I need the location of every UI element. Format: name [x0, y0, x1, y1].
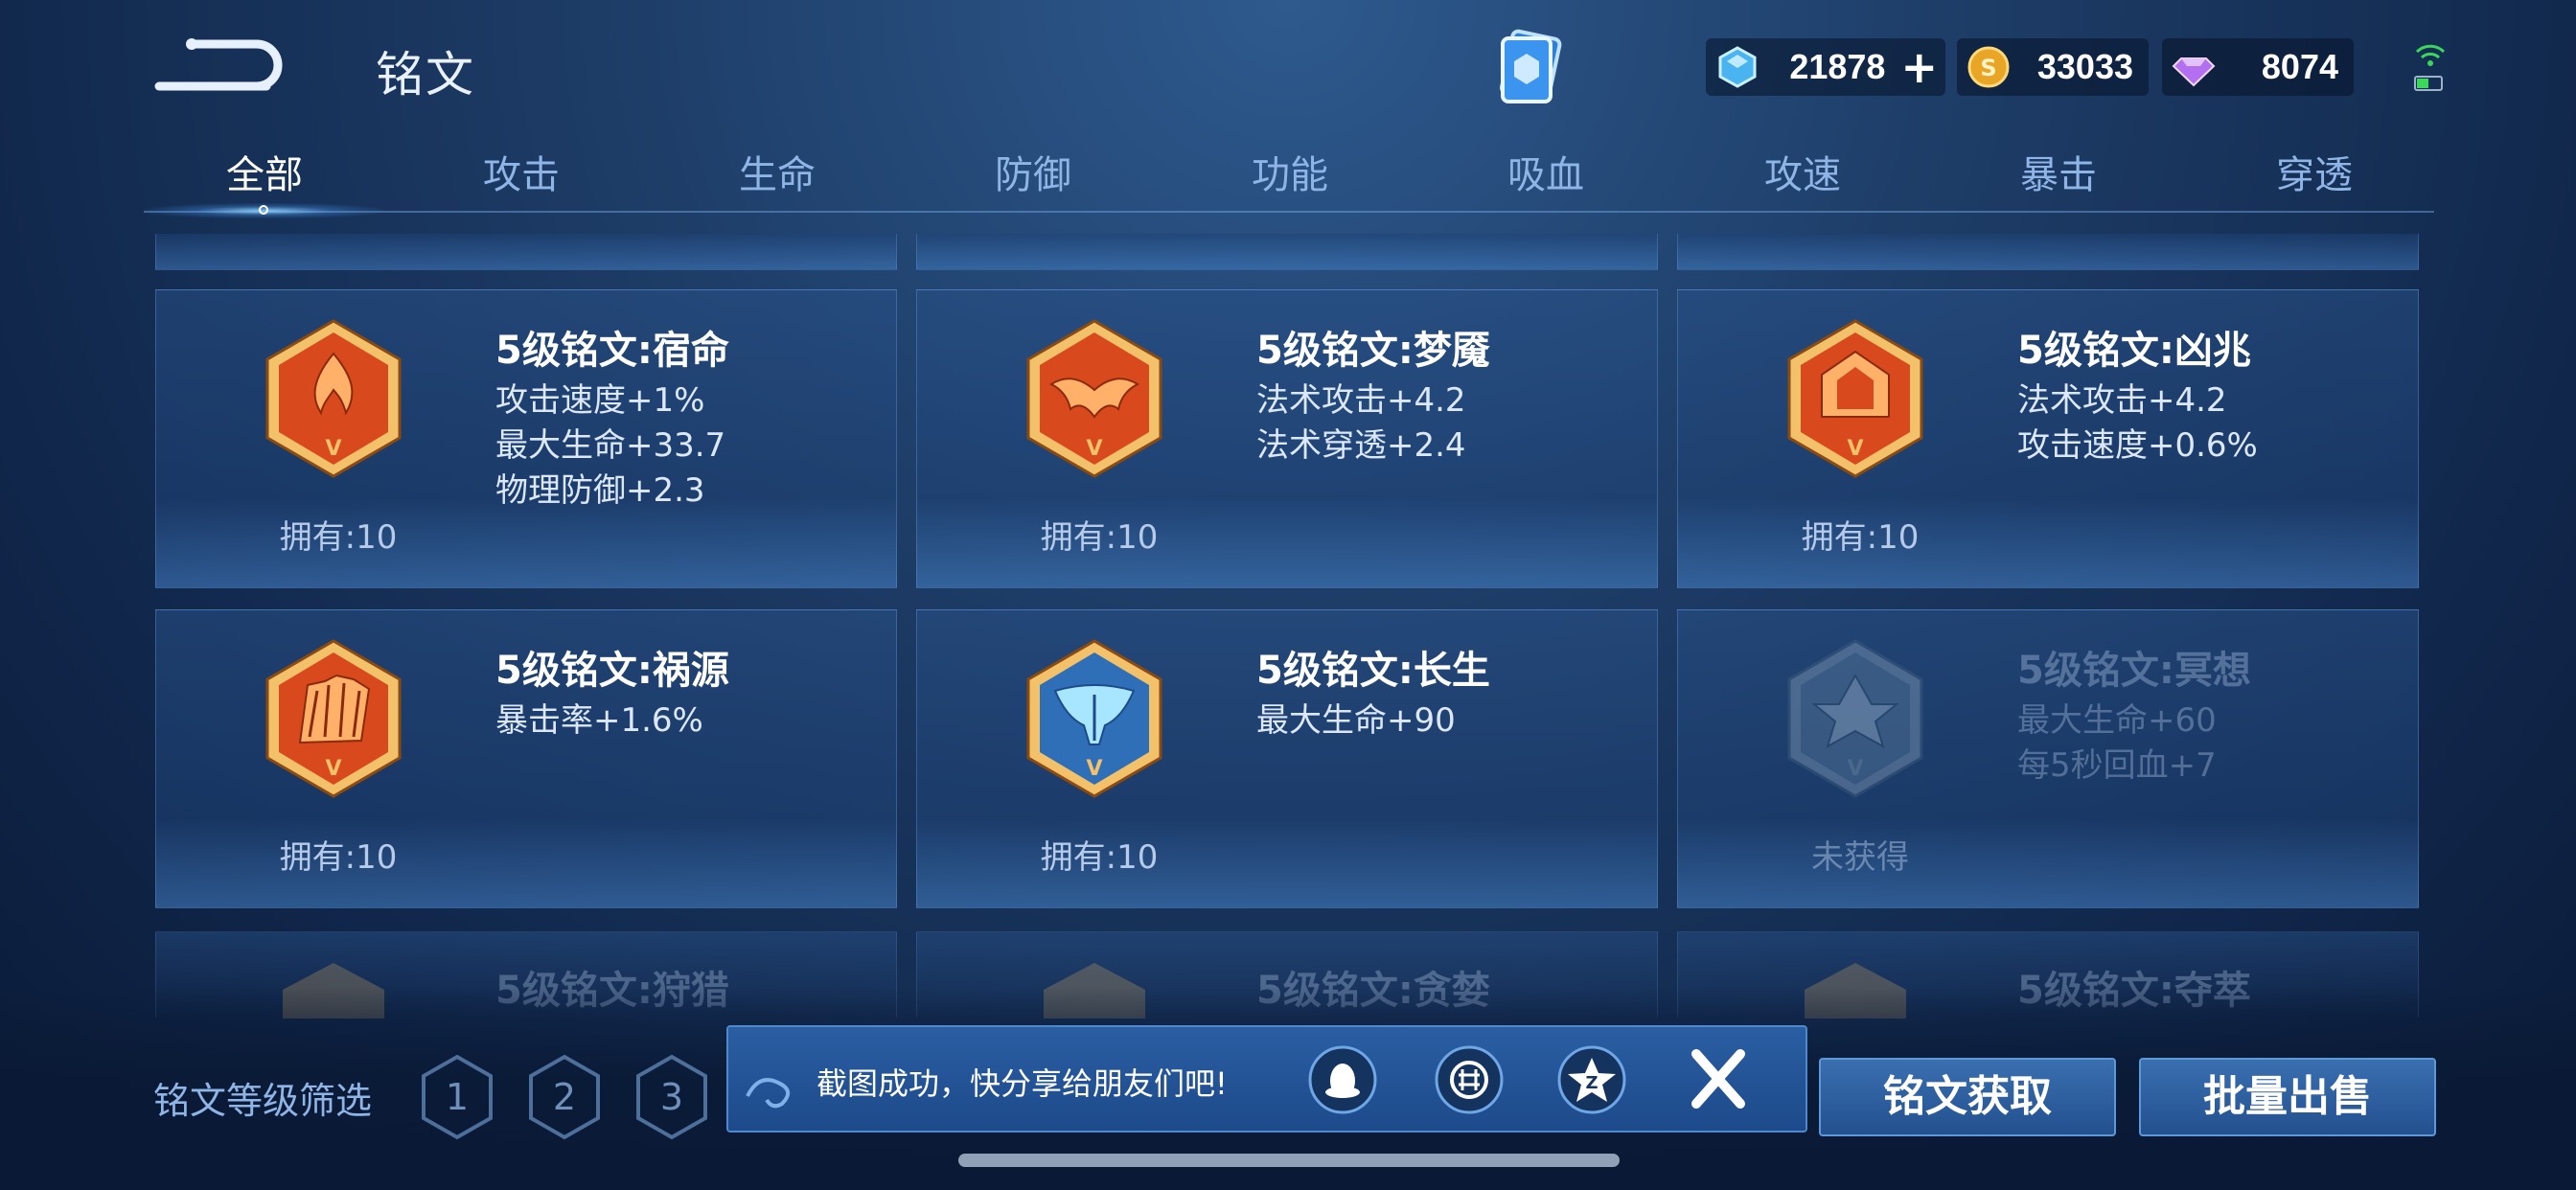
inscription-card-suming[interactable]: V 5级铭文:宿命 攻击速度+1% 最大生命+33.7 物理防御+2.3 拥有:…	[155, 289, 897, 588]
stat-line: 物理防御+2.3	[495, 471, 705, 510]
inscription-pack-icon[interactable]	[1485, 29, 1576, 109]
stat-line: 暴击率+1.6%	[495, 701, 703, 740]
ice-crystal-amount: 21878	[1789, 47, 1886, 86]
inscription-name: 5级铭文:祸源	[495, 649, 729, 693]
bat-wing-inscription-emblem-icon: V	[1026, 319, 1162, 478]
inscription-stats: 最大生命+60 每5秒回血+7	[2017, 698, 2217, 789]
category-tab-bar: 全部 攻击 生命 防御 功能 吸血 攻速 暴击 穿透	[144, 144, 2434, 213]
svg-text:V: V	[1086, 437, 1102, 461]
tab-health[interactable]: 生命	[681, 144, 873, 199]
gold-coin-amount: 33033	[2036, 47, 2133, 86]
inscription-name: 5级铭文:凶兆	[2017, 329, 2251, 373]
tab-all[interactable]: 全部	[169, 144, 360, 199]
inscription-name: 5级铭文:宿命	[495, 329, 729, 373]
inscription-name: 5级铭文:冥想	[2017, 649, 2251, 693]
svg-text:V: V	[1086, 757, 1102, 781]
get-inscription-button[interactable]: 铭文获取	[1819, 1058, 2116, 1136]
tab-critical[interactable]: 暴击	[1963, 144, 2154, 199]
tab-attack[interactable]: 攻击	[426, 144, 617, 199]
close-icon[interactable]	[1685, 1042, 1752, 1115]
cloud-swirl-icon	[746, 1078, 790, 1109]
level-2-filter-button[interactable]: 2	[527, 1054, 602, 1140]
inscription-name: 5级铭文:长生	[1256, 649, 1490, 693]
stat-line: 法术穿透+2.4	[1256, 426, 1466, 465]
list-item	[155, 234, 897, 270]
level-1-filter-button[interactable]: 1	[420, 1054, 494, 1140]
owned-count: 拥有:10	[1801, 518, 1920, 557]
svg-text:V: V	[1847, 757, 1863, 781]
inscription-card-huoyuan[interactable]: V 5级铭文:祸源 暴击率+1.6% 拥有:10	[155, 609, 897, 908]
list-item	[916, 234, 1658, 270]
svg-text:S: S	[1980, 55, 1996, 81]
active-tab-indicator-icon	[259, 205, 268, 215]
svg-text:3: 3	[660, 1076, 683, 1118]
level-filter-label: 铭文等级筛选	[153, 1080, 373, 1122]
batch-sell-button[interactable]: 批量出售	[2139, 1058, 2436, 1136]
svg-text:2: 2	[553, 1076, 576, 1118]
inscription-stats: 攻击速度+1% 最大生命+33.7 物理防御+2.3	[495, 378, 725, 514]
ice-crystal-icon	[1718, 46, 1757, 88]
diamond-gem-icon	[2172, 57, 2216, 87]
fan-blade-inscription-emblem-icon: V	[265, 639, 402, 798]
qq-icon[interactable]	[1307, 1044, 1378, 1115]
not-obtained-label: 未获得	[1811, 838, 1909, 877]
inscription-stats: 暴击率+1.6%	[495, 698, 703, 744]
inscription-stats: 法术攻击+4.2 攻击速度+0.6%	[2017, 378, 2258, 469]
inscription-card-xiongzhao[interactable]: V 5级铭文:凶兆 法术攻击+4.2 攻击速度+0.6% 拥有:10	[1677, 289, 2419, 588]
page-title: 铭文	[376, 47, 475, 103]
home-indicator[interactable]	[958, 1154, 1620, 1167]
tab-utility[interactable]: 功能	[1194, 144, 1386, 199]
add-currency-button[interactable]: +	[1900, 41, 1938, 93]
inscription-card-mingxiang[interactable]: V 5级铭文:冥想 最大生命+60 每5秒回血+7 未获得	[1677, 609, 2419, 908]
stat-line: 最大生命+60	[2017, 701, 2217, 740]
stat-line: 攻击速度+0.6%	[2017, 426, 2258, 465]
wechat-moments-icon[interactable]	[1434, 1044, 1505, 1115]
stat-line: 攻击速度+1%	[495, 381, 705, 420]
tab-divider	[144, 211, 2434, 213]
toast-message: 截图成功，快分享给朋友们吧!	[816, 1065, 1228, 1102]
owned-count: 拥有:10	[279, 518, 398, 557]
level-3-filter-button[interactable]: 3	[634, 1054, 709, 1140]
stat-line: 法术攻击+4.2	[1256, 381, 1466, 420]
stat-line: 法术攻击+4.2	[2017, 381, 2227, 420]
shrine-inscription-emblem-icon: V	[1787, 319, 1923, 478]
svg-text:Z: Z	[1585, 1073, 1598, 1093]
svg-text:V: V	[325, 437, 341, 461]
tab-attack-speed[interactable]: 攻速	[1707, 144, 1898, 199]
svg-text:V: V	[325, 757, 341, 781]
svg-text:V: V	[1847, 437, 1863, 461]
stat-line: 最大生命+33.7	[495, 426, 726, 465]
svg-text:1: 1	[446, 1076, 469, 1118]
tab-lifesteal[interactable]: 吸血	[1450, 144, 1642, 199]
owned-count: 拥有:10	[1040, 838, 1159, 877]
inscription-stats: 法术攻击+4.2 法术穿透+2.4	[1256, 378, 1466, 469]
tab-defense[interactable]: 防御	[937, 144, 1129, 199]
qzone-icon[interactable]: Z	[1556, 1044, 1627, 1115]
ice-crystal-currency: 21878 +	[1706, 38, 1945, 96]
gold-coin-icon: S	[1967, 46, 2010, 88]
wifi-battery-icon	[2414, 44, 2446, 91]
list-item	[1677, 234, 2419, 270]
back-arrow-icon[interactable]	[153, 27, 288, 103]
owned-count: 拥有:10	[279, 838, 398, 877]
stat-line: 每5秒回血+7	[2017, 746, 2217, 785]
inscription-card-changsheng[interactable]: V 5级铭文:长生 最大生命+90 拥有:10	[916, 609, 1658, 908]
fire-inscription-emblem-icon: V	[265, 319, 402, 478]
inscription-card-mengyan[interactable]: V 5级铭文:梦魇 法术攻击+4.2 法术穿透+2.4 拥有:10	[916, 289, 1658, 588]
inscription-name: 5级铭文:梦魇	[1256, 329, 1490, 373]
inscription-stats: 最大生命+90	[1256, 698, 1456, 744]
stat-line: 最大生命+90	[1256, 701, 1456, 740]
gold-coin-currency: S 33033	[1957, 38, 2149, 96]
diamond-gem-amount: 8074	[2261, 47, 2338, 86]
crystal-wing-inscription-emblem-icon: V	[1026, 639, 1162, 798]
diamond-gem-currency: 8074	[2162, 38, 2354, 96]
tab-penetration[interactable]: 穿透	[2219, 144, 2410, 199]
lotus-inscription-emblem-icon: V	[1787, 639, 1923, 798]
owned-count: 拥有:10	[1040, 518, 1159, 557]
